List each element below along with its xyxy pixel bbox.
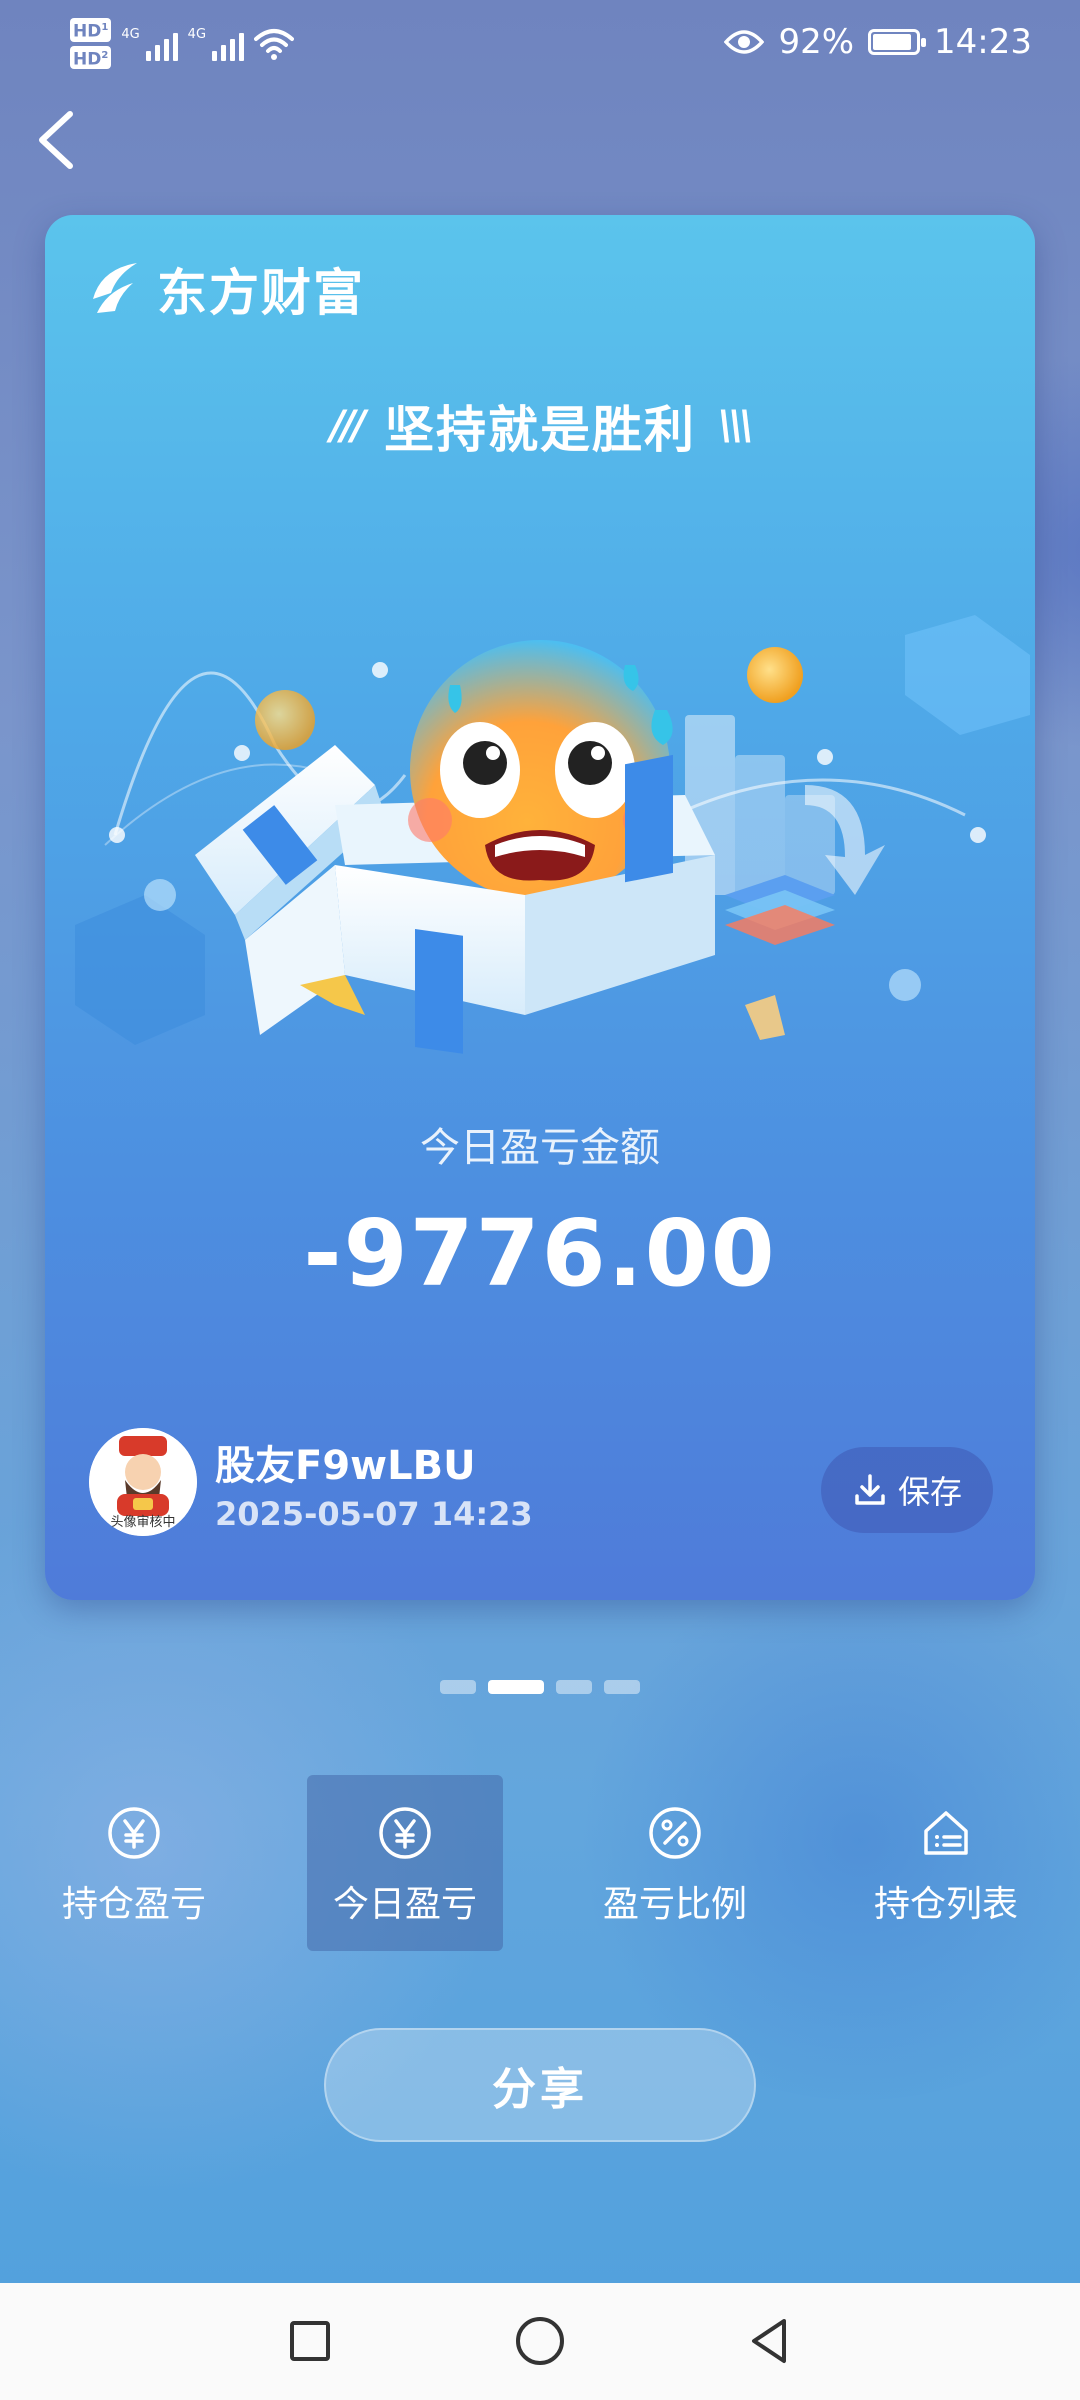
- slash-decoration-right: \\\: [718, 403, 754, 449]
- pager-dots: [0, 1680, 1080, 1694]
- tab-pnl-ratio[interactable]: 盈亏比例: [577, 1775, 773, 1951]
- tab-label: 持仓盈亏: [61, 1884, 206, 1925]
- triangle-back-icon: [752, 2319, 786, 2363]
- signal-icon-2: 4G: [188, 27, 245, 61]
- percent-circle-icon: [649, 1807, 701, 1859]
- home-button[interactable]: [510, 2311, 570, 2371]
- eye-icon: [724, 30, 765, 54]
- back-button[interactable]: [28, 106, 88, 170]
- square-icon: [290, 2321, 330, 2361]
- share-button[interactable]: 分享: [324, 2028, 756, 2142]
- pager-dot[interactable]: [604, 1680, 640, 1694]
- download-icon: [855, 1474, 885, 1505]
- save-button[interactable]: 保存: [821, 1447, 993, 1533]
- share-label: 分享: [492, 2064, 588, 2115]
- tab-position-pnl[interactable]: 持仓盈亏: [36, 1775, 232, 1951]
- yen-circle-icon: [108, 1807, 160, 1859]
- tab-position-list[interactable]: 持仓列表: [848, 1775, 1044, 1951]
- house-list-icon: [924, 1811, 968, 1855]
- slash-decoration-left: ///: [330, 403, 366, 449]
- battery-icon: [868, 29, 927, 55]
- hd-badges: HD1 HD2: [70, 18, 112, 70]
- share-card: 东方财富 /// 坚持就是胜利 \\\ 今日盈亏金额 -9776.00 头像审核…: [45, 215, 1035, 1600]
- back-nav-button[interactable]: [740, 2311, 800, 2371]
- tab-label: 今日盈亏: [332, 1884, 477, 1925]
- brand-logo: 东方财富: [87, 253, 365, 325]
- share-type-tabs: 持仓盈亏 今日盈亏 盈亏比例 持仓列表: [0, 1775, 1080, 1951]
- pager-dot[interactable]: [556, 1680, 592, 1694]
- pnl-amount: -9776.00: [303, 1200, 777, 1307]
- avatar-caption: 头像审核中: [110, 1515, 176, 1530]
- signal-icon-1: 4G: [121, 27, 178, 61]
- wifi-icon: [254, 28, 295, 60]
- brand-mark-icon: [93, 263, 137, 313]
- hd-badge-2: HD2: [70, 45, 112, 70]
- circle-icon: [516, 2317, 564, 2365]
- save-label: 保存: [897, 1473, 962, 1511]
- chevron-left-icon: [39, 111, 73, 169]
- status-bar: HD1 HD2 4G 4G 92% 14:23: [0, 0, 1080, 95]
- clock: 14:23: [934, 22, 1032, 62]
- avatar: 头像审核中: [89, 1428, 197, 1536]
- tab-label: 持仓列表: [873, 1884, 1018, 1925]
- tab-today-pnl[interactable]: 今日盈亏: [307, 1775, 503, 1951]
- screen: HD1 HD2 4G 4G 92% 14:23 东方财富 /// 坚持就是胜利 …: [0, 0, 1080, 2400]
- battery-percent: 92%: [778, 22, 855, 62]
- metric-label: 今日盈亏金额: [420, 1125, 660, 1171]
- yen-circle-icon: [379, 1807, 431, 1859]
- timestamp: 2025-05-07 14:23: [215, 1495, 533, 1533]
- slogan-text: 坚持就是胜利: [384, 401, 696, 459]
- status-left: HD1 HD2 4G 4G: [70, 18, 295, 70]
- hd-badge-1: HD1: [70, 18, 112, 42]
- status-right: 92% 14:23: [724, 22, 1032, 62]
- system-navigation-bar: [0, 2283, 1080, 2400]
- pager-dot-active[interactable]: [488, 1680, 544, 1694]
- recent-apps-button[interactable]: [280, 2311, 340, 2371]
- user-name: 股友F9wLBU: [215, 1443, 476, 1489]
- slogan: /// 坚持就是胜利 \\\: [45, 390, 1035, 462]
- tab-label: 盈亏比例: [602, 1884, 747, 1925]
- pager-dot[interactable]: [440, 1680, 476, 1694]
- brand-name: 东方财富: [157, 264, 365, 322]
